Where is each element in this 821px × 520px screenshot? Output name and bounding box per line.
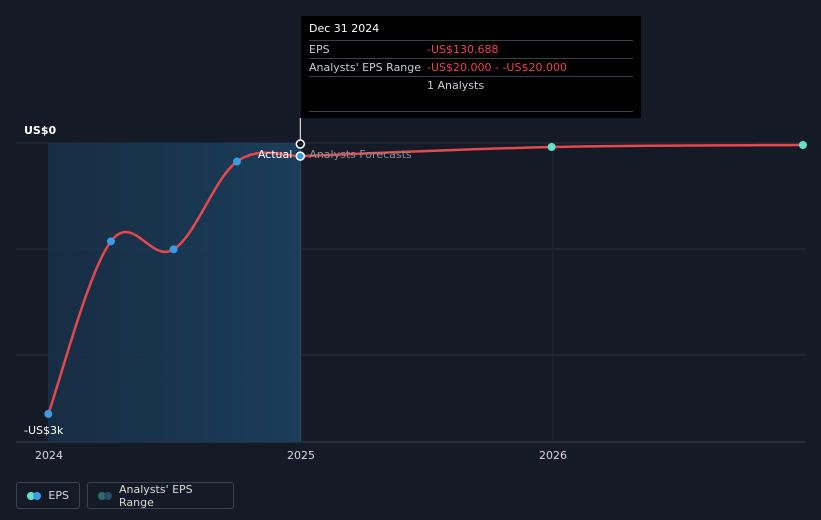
y-axis-label-bottom: -US$3k <box>24 424 64 437</box>
x-tick-label: 2025 <box>287 449 315 462</box>
legend-dot <box>33 491 41 500</box>
hover-marker <box>295 139 306 149</box>
y-axis-label-top: US$0 <box>24 124 57 137</box>
eps-point[interactable] <box>106 237 115 246</box>
eps-point[interactable] <box>169 245 178 254</box>
eps-point[interactable] <box>295 151 306 161</box>
legend-label: EPS <box>48 489 69 502</box>
tooltip-value: -US$130.688 <box>427 43 499 56</box>
tooltip-row-analysts: 1 Analysts <box>309 76 633 112</box>
forecast-point[interactable] <box>547 143 556 152</box>
x-tick-label: 2026 <box>539 449 567 462</box>
legend-swatch <box>98 491 112 500</box>
tooltip-row-eps: EPS -US$130.688 <box>309 40 633 58</box>
forecast-label: Analysts Forecasts <box>309 148 412 161</box>
forecast-point[interactable] <box>798 141 807 150</box>
x-tick-label: 2024 <box>35 449 63 462</box>
eps-point[interactable] <box>232 157 241 166</box>
tooltip-value: -US$20.000 - -US$20.000 <box>427 61 567 74</box>
tooltip-row-range: Analysts' EPS Range -US$20.000 - -US$20.… <box>309 58 633 76</box>
legend-item-range[interactable]: Analysts' EPS Range <box>87 482 234 509</box>
tooltip-label: Analysts' EPS Range <box>309 61 422 74</box>
tooltip: Dec 31 2024 EPS -US$130.688 Analysts' EP… <box>301 16 641 118</box>
eps-point[interactable] <box>44 409 53 418</box>
legend-dot <box>104 491 112 500</box>
legend-swatch <box>27 491 41 500</box>
actual-label: Actual <box>258 148 292 161</box>
tooltip-label: EPS <box>309 43 330 56</box>
eps-chart: US$0 -US$3k 2024 2025 2026 Actual Analysts For… <box>0 0 821 520</box>
legend-label: Analysts' EPS Range <box>119 482 193 509</box>
legend-item-eps[interactable]: EPS <box>16 482 80 509</box>
tooltip-value: 1 Analysts <box>427 79 485 92</box>
tooltip-date: Dec 31 2024 <box>309 22 380 35</box>
